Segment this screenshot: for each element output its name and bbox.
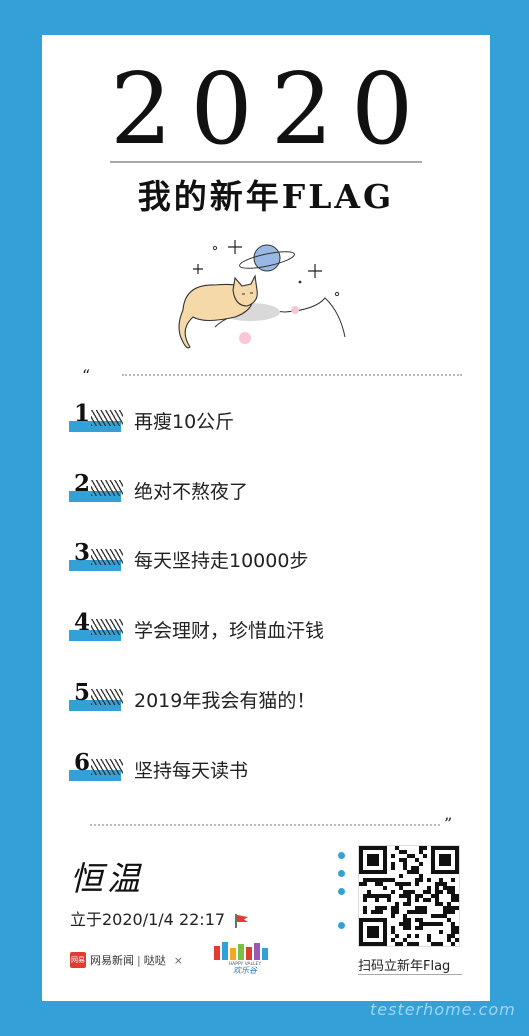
- brand-divider: |: [137, 953, 141, 967]
- qr-code[interactable]: [358, 845, 460, 947]
- qr-label-underline: [358, 974, 462, 975]
- planet-icon: [239, 244, 295, 272]
- flag-item: 6 坚持每天读书: [68, 749, 448, 787]
- brand-bar: 网易 网易新闻 | 哒哒 ×: [70, 950, 186, 970]
- brand-times: ×: [173, 953, 183, 967]
- dotted-divider-bottom: [90, 824, 440, 826]
- flag-number: 5: [74, 679, 91, 706]
- netease-logo-icon: 网易: [70, 952, 86, 968]
- flag-number: 3: [74, 539, 91, 566]
- flag-item: 4 学会理财，珍惜血汗钱: [68, 609, 448, 647]
- flag-number: 4: [74, 609, 91, 636]
- flag-number: 2: [74, 470, 91, 497]
- year-underline: [110, 161, 422, 163]
- flag-text: 绝对不熬夜了: [134, 481, 249, 503]
- flag-item: 2 绝对不熬夜了: [68, 470, 448, 508]
- flag-text: 每天坚持走10000步: [134, 550, 309, 572]
- happy-valley-name: 欢乐谷: [233, 966, 258, 974]
- dotted-divider-top: [122, 374, 462, 376]
- poster-year: 2020: [110, 53, 432, 167]
- flag-text: 再瘦10公斤: [134, 411, 235, 433]
- flag-text: 2019年我会有猫的！: [134, 690, 316, 712]
- quote-open-mark: “: [82, 366, 91, 385]
- poster-subtitle: 我的新年FLAG: [137, 177, 395, 216]
- flag-text: 坚持每天读书: [134, 760, 249, 782]
- flag-number-badge: 3: [68, 539, 124, 577]
- flag-item: 3 每天坚持走10000步: [68, 539, 448, 577]
- flag-number: 6: [74, 749, 91, 776]
- brand-name: 网易新闻: [90, 954, 134, 967]
- flag-number-badge: 2: [68, 470, 124, 508]
- cat-illustration: [178, 240, 346, 349]
- flag-number-badge: 1: [68, 400, 124, 438]
- flag-item: 1 再瘦10公斤: [68, 400, 448, 438]
- flag-number-badge: 6: [68, 749, 124, 787]
- watermark: testerhome.com: [370, 1000, 516, 1019]
- happy-valley-logo: HAPPY VALLEY 欢乐谷: [214, 942, 268, 974]
- quote-close-mark: ”: [444, 814, 453, 833]
- qr-bullet-dots: [338, 852, 346, 962]
- pledge-date: 立于2020/1/4 22:17: [70, 910, 226, 929]
- flag-number-badge: 4: [68, 609, 124, 647]
- qr-label: 扫码立新年Flag: [358, 959, 451, 974]
- red-flag-icon: [235, 913, 249, 928]
- flag-text: 学会理财，珍惜血汗钱: [134, 620, 325, 642]
- author-signature: 恒温: [70, 859, 144, 898]
- date-line: 立于2020/1/4 22:17: [70, 906, 250, 930]
- brand-partner: 哒哒: [143, 954, 166, 967]
- flag-item: 5 2019年我会有猫的！: [68, 679, 448, 717]
- flag-number-badge: 5: [68, 679, 124, 717]
- flag-number: 1: [74, 400, 91, 427]
